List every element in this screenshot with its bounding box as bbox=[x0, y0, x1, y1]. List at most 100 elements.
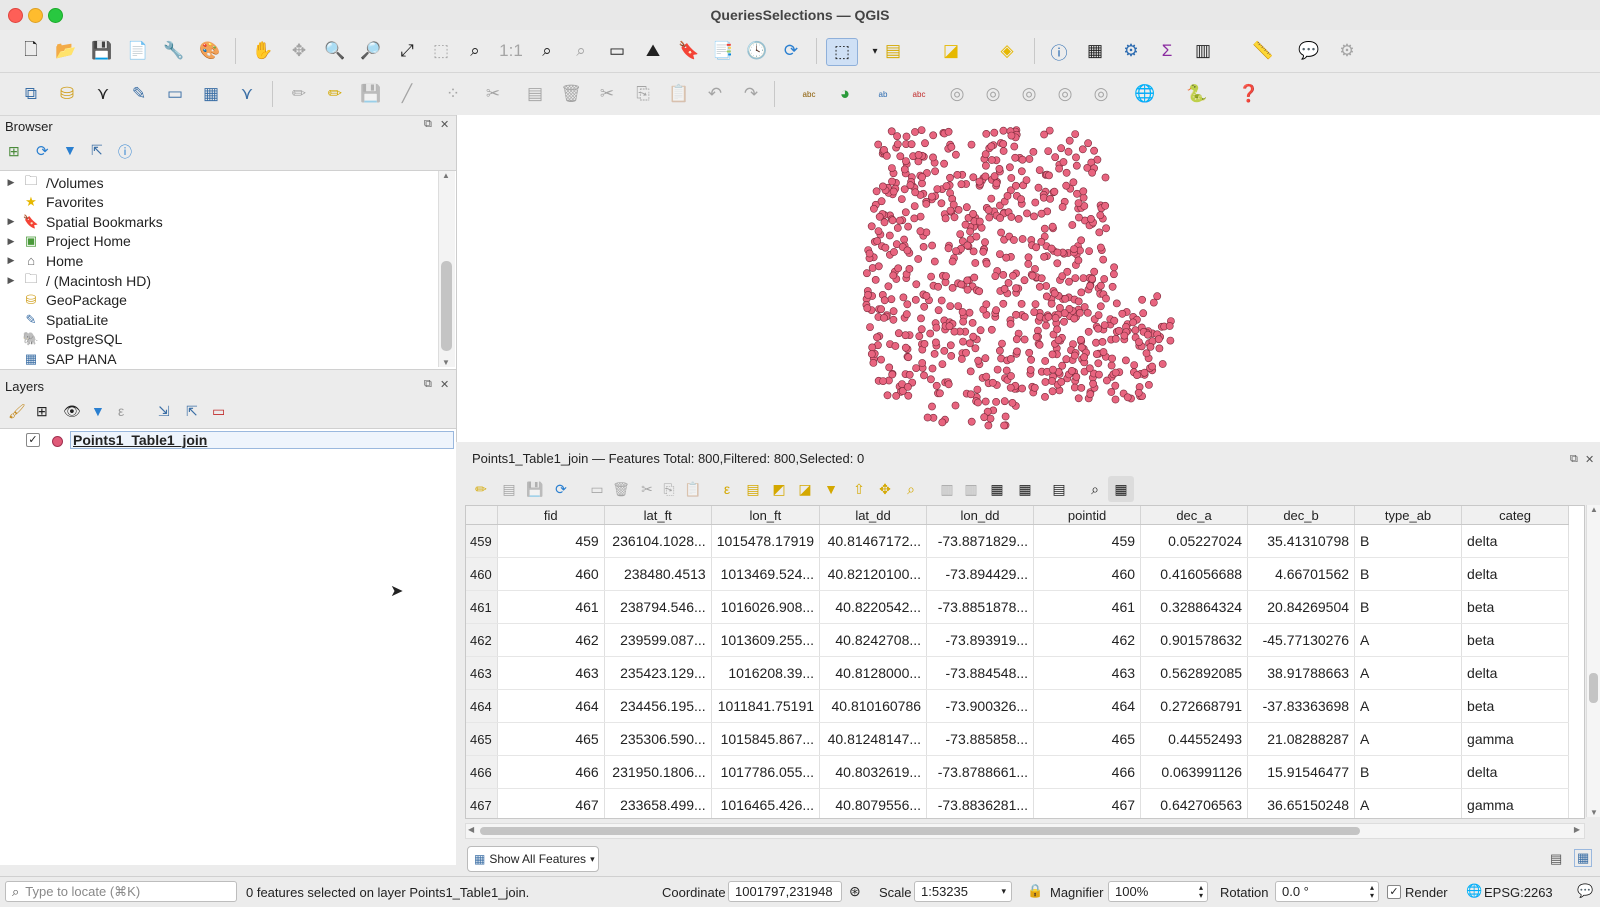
table-cell[interactable]: 0.05227024 bbox=[1140, 524, 1249, 558]
attribute-edit-icon[interactable]: ▤ bbox=[522, 81, 548, 107]
diagram-toolbar-icon[interactable]: ◕ bbox=[832, 81, 858, 107]
pan-to-selection-icon[interactable]: ✥ bbox=[286, 38, 312, 64]
browser-item[interactable]: ⛁ GeoPackage bbox=[0, 291, 440, 310]
close-panel-icon[interactable]: ✕ bbox=[440, 118, 449, 131]
multi-edit-icon[interactable]: ▤ bbox=[496, 476, 522, 502]
toggle-editing-icon[interactable]: ✏ bbox=[322, 81, 348, 107]
table-cell[interactable]: -73.8788661... bbox=[926, 755, 1035, 789]
float-panel-icon[interactable]: ⧉ bbox=[424, 118, 432, 131]
zoom-to-selected-icon[interactable]: ⌕ bbox=[898, 476, 924, 502]
expand-arrow-icon[interactable]: ▶ bbox=[4, 177, 18, 188]
expand-arrow-icon[interactable]: ▶ bbox=[4, 236, 18, 247]
table-cell[interactable]: beta bbox=[1461, 590, 1570, 624]
table-cell[interactable]: 462 bbox=[497, 623, 605, 657]
row-number[interactable]: 466 bbox=[466, 755, 498, 789]
close-attribute-table-icon[interactable]: ✕ bbox=[1585, 453, 1594, 466]
column-header[interactable]: lat_ft bbox=[604, 506, 712, 525]
plugin-settings-icon[interactable]: ⚙ bbox=[1334, 38, 1360, 64]
table-cell[interactable]: 40.8032619... bbox=[819, 755, 928, 789]
add-feature-icon[interactable]: ▭ bbox=[584, 476, 610, 502]
new-temporary-layer-icon[interactable]: ▭ bbox=[162, 81, 188, 107]
table-cell[interactable]: 38.91788663 bbox=[1247, 656, 1356, 690]
delete-field-icon[interactable]: ▥ bbox=[958, 476, 984, 502]
new-3d-view-icon[interactable]: ⛰ bbox=[640, 38, 666, 64]
paste-features-icon[interactable]: 📋 bbox=[666, 81, 692, 107]
table-view-icon[interactable]: ▦ bbox=[1574, 849, 1593, 867]
table-row[interactable]: 465 465 235306.590... 1015845.867... 40.8124… bbox=[466, 722, 1570, 756]
toggle-edit-mode-icon[interactable]: ✏ bbox=[468, 476, 494, 502]
statistical-summary-icon[interactable]: Σ bbox=[1154, 38, 1180, 64]
save-edits-table-icon[interactable]: 💾 bbox=[522, 476, 548, 502]
table-cell[interactable]: 4.66701562 bbox=[1247, 557, 1356, 591]
table-cell[interactable]: 40.81248147... bbox=[819, 722, 928, 756]
browser-item[interactable]: ▶ ▣ Project Home bbox=[0, 232, 440, 251]
table-cell[interactable]: 467 bbox=[1033, 788, 1142, 818]
pan-map-icon[interactable]: ✋ bbox=[250, 38, 276, 64]
temporal-controller-icon[interactable]: 🕓 bbox=[744, 38, 770, 64]
open-attribute-table-icon[interactable]: ▦ bbox=[1082, 38, 1108, 64]
row-number-header[interactable] bbox=[466, 506, 498, 525]
new-geopackage-layer-icon[interactable]: ⛁ bbox=[54, 81, 80, 107]
map-canvas[interactable] bbox=[456, 115, 1600, 442]
table-cell[interactable]: 235306.590... bbox=[604, 722, 712, 756]
refresh-icon[interactable]: ⟳ bbox=[778, 38, 804, 64]
label-toolbar-icon[interactable]: abc bbox=[796, 81, 822, 107]
table-cell[interactable]: 465 bbox=[497, 722, 605, 756]
browser-item[interactable]: ▶ 🗀 /Volumes bbox=[0, 173, 440, 192]
column-header[interactable]: fid bbox=[497, 506, 605, 525]
expand-all-icon[interactable]: ⇲ bbox=[158, 403, 170, 420]
table-cell[interactable]: -45.77130276 bbox=[1247, 623, 1356, 657]
table-cell[interactable]: 35.41310798 bbox=[1247, 524, 1356, 558]
table-cell[interactable]: 1016208.39... bbox=[711, 656, 821, 690]
table-row[interactable]: 466 466 231950.1806... 1017786.055... 40.803… bbox=[466, 755, 1570, 789]
paste-icon[interactable]: 📋 bbox=[680, 476, 706, 502]
table-cell[interactable]: delta bbox=[1461, 656, 1570, 690]
table-cell[interactable]: -73.894429... bbox=[926, 557, 1035, 591]
select-by-value-icon[interactable]: ▤ bbox=[880, 38, 906, 64]
table-cell[interactable]: B bbox=[1354, 524, 1463, 558]
zoom-to-layer-icon[interactable]: ⌕ bbox=[462, 38, 488, 64]
properties-icon[interactable]: ⓘ bbox=[118, 142, 132, 162]
copy-icon[interactable]: ⎘ bbox=[656, 476, 682, 502]
table-row[interactable]: 462 462 239599.087... 1013609.255... 40.8242… bbox=[466, 623, 1570, 657]
locator-search-input[interactable]: ⌕ Type to locate (⌘K) bbox=[5, 881, 237, 902]
open-project-icon[interactable]: 📂 bbox=[53, 38, 79, 64]
deselect-all-icon[interactable]: ◪ bbox=[938, 38, 964, 64]
layer-visibility-checkbox[interactable]: ✓ bbox=[26, 433, 40, 447]
redo-icon[interactable]: ↷ bbox=[738, 81, 764, 107]
new-project-icon[interactable]: 🗋 bbox=[18, 38, 44, 64]
table-cell[interactable]: 0.063991126 bbox=[1140, 755, 1249, 789]
new-mesh-layer-icon[interactable]: ⋎ bbox=[234, 81, 260, 107]
table-cell[interactable]: 463 bbox=[1033, 656, 1142, 690]
table-cell[interactable]: delta bbox=[1461, 755, 1570, 789]
table-cell[interactable]: 1011841.75191 bbox=[711, 689, 821, 723]
expand-arrow-icon[interactable]: ▶ bbox=[4, 255, 18, 266]
new-spatialite-layer-icon[interactable]: ✎ bbox=[126, 81, 152, 107]
digitize-line-icon[interactable]: ╱ bbox=[394, 81, 420, 107]
table-cell[interactable]: A bbox=[1354, 788, 1463, 818]
messages-icon[interactable]: 💬 bbox=[1577, 883, 1593, 899]
open-field-calculator-icon[interactable]: ▥ bbox=[1190, 38, 1216, 64]
table-row[interactable]: 464 464 234456.195... 1011841.75191 40.81016… bbox=[466, 689, 1570, 723]
label-properties-icon[interactable]: ◎ bbox=[1052, 81, 1078, 107]
table-cell[interactable]: 238794.546... bbox=[604, 590, 712, 624]
zoom-in-icon[interactable]: 🔍 bbox=[322, 38, 348, 64]
zoom-to-selection-icon[interactable]: ⬚ bbox=[428, 38, 454, 64]
table-cell[interactable]: -73.893919... bbox=[926, 623, 1035, 657]
table-cell[interactable]: 462 bbox=[1033, 623, 1142, 657]
layout-manager-icon[interactable]: 🔧 bbox=[161, 38, 187, 64]
table-cell[interactable]: 1016026.908... bbox=[711, 590, 821, 624]
table-cell[interactable]: 464 bbox=[1033, 689, 1142, 723]
row-number[interactable]: 467 bbox=[466, 788, 498, 818]
table-cell[interactable]: 1013469.524... bbox=[711, 557, 821, 591]
column-header[interactable]: dec_a bbox=[1140, 506, 1249, 525]
move-label-icon[interactable]: ◎ bbox=[944, 81, 970, 107]
table-cell[interactable]: gamma bbox=[1461, 722, 1570, 756]
zoom-native-icon[interactable]: 1:1 bbox=[498, 38, 524, 64]
table-cell[interactable]: 466 bbox=[1033, 755, 1142, 789]
table-cell[interactable]: B bbox=[1354, 755, 1463, 789]
new-print-layout-icon[interactable]: 📄 bbox=[125, 38, 151, 64]
refresh-browser-icon[interactable]: ⟳ bbox=[36, 142, 49, 160]
filter-browser-icon[interactable]: ▼ bbox=[63, 142, 77, 158]
select-features-icon[interactable]: ⬚ bbox=[826, 38, 858, 66]
